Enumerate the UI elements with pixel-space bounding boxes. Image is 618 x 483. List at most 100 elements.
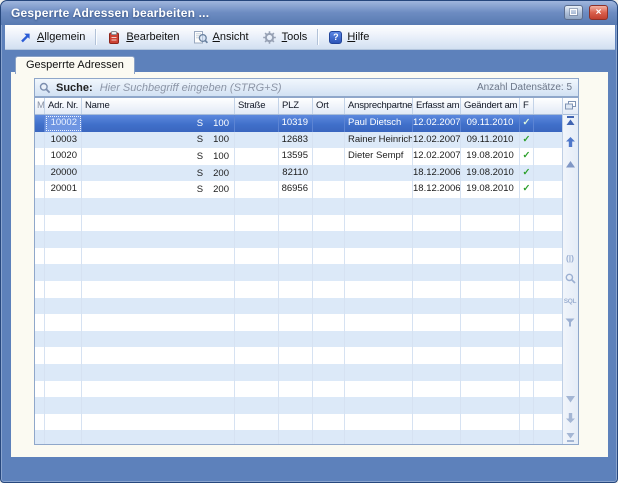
search-input[interactable]: Hier Suchbegriff eingeben (STRG+S) — [100, 82, 477, 94]
cell-strasse — [235, 298, 279, 315]
cell-ansprechpartner — [345, 331, 413, 348]
cell-adr-nr — [45, 397, 82, 414]
cell-filler — [534, 248, 562, 265]
table-search-button[interactable] — [563, 273, 577, 286]
menu-item-allgemein[interactable]: Allgemein — [11, 29, 92, 46]
cell-ansprechpartner — [345, 215, 413, 232]
cell-plz: 13595 — [279, 148, 313, 165]
cell-ansprechpartner — [345, 364, 413, 381]
menu-item-bearbeiten[interactable]: Bearbeiten — [100, 29, 186, 46]
sql-filter-button[interactable]: SQL — [563, 295, 577, 308]
row-up-button[interactable] — [563, 157, 577, 170]
header-cell-ansprechpartner[interactable]: Ansprechpartner — [345, 98, 413, 114]
cell-filler — [534, 298, 562, 315]
menu-item-tools[interactable]: Tools — [256, 29, 315, 46]
page-up-button[interactable] — [563, 136, 577, 149]
scroll-top-icon — [566, 113, 575, 131]
cell-name: S100 — [82, 115, 235, 132]
cell-f — [520, 381, 534, 398]
row-down-icon — [566, 390, 575, 408]
table-empty-row — [35, 331, 562, 348]
menu-item-ansicht[interactable]: Ansicht — [187, 29, 256, 46]
maximize-button[interactable] — [564, 5, 583, 20]
table-row[interactable]: 10002S10010319Paul Dietsch12.02.200709.1… — [35, 115, 562, 132]
cell-erfasst-am: 18.12.2006 — [413, 165, 461, 182]
table-empty-row — [35, 264, 562, 281]
cell-m — [35, 281, 45, 298]
optimal-width-button[interactable]: (|) — [563, 251, 577, 264]
cell-ansprechpartner — [345, 298, 413, 315]
cell-f: ✓ — [520, 115, 534, 132]
header-cell-f[interactable]: F — [520, 98, 534, 114]
header-cell-plz[interactable]: PLZ — [279, 98, 313, 114]
header-cell-strasse[interactable]: Straße — [235, 98, 279, 114]
table-header: MAdr. Nr.NameStraßePLZOrtAnsprechpartner… — [35, 98, 562, 115]
filter-button[interactable] — [563, 316, 577, 329]
scroll-bottom-button[interactable] — [563, 431, 577, 444]
header-cell-name[interactable]: Name — [82, 98, 235, 114]
cell-adr-nr — [45, 347, 82, 364]
cell-geaendert-am — [461, 281, 520, 298]
header-cell-m[interactable]: M — [35, 98, 45, 114]
cell-ort — [313, 397, 345, 414]
cell-strasse — [235, 414, 279, 431]
window-title: Gesperrte Adressen bearbeiten ... — [1, 6, 209, 20]
cell-plz — [279, 397, 313, 414]
cell-ansprechpartner — [345, 397, 413, 414]
cell-erfasst-am — [413, 264, 461, 281]
header-cell-ort[interactable]: Ort — [313, 98, 345, 114]
cell-filler — [534, 314, 562, 331]
cell-geaendert-am — [461, 198, 520, 215]
cell-geaendert-am — [461, 347, 520, 364]
cell-filler — [534, 165, 562, 182]
cell-strasse — [235, 281, 279, 298]
cell-ort — [313, 364, 345, 381]
cell-name — [82, 414, 235, 431]
table-empty-row — [35, 347, 562, 364]
header-cell-erfasst-am[interactable]: Erfasst am — [413, 98, 461, 114]
sql-filter-icon: SQL — [564, 298, 576, 305]
cell-ort — [313, 298, 345, 315]
table-empty-row — [35, 298, 562, 315]
cell-f — [520, 298, 534, 315]
cell-adr-nr — [45, 215, 82, 232]
page-down-button[interactable] — [563, 412, 577, 425]
cell-name: S100 — [82, 148, 235, 165]
title-bar[interactable]: Gesperrte Adressen bearbeiten ... × — [1, 1, 617, 25]
tab-gesperrte-adressen[interactable]: Gesperrte Adressen — [15, 56, 135, 74]
cell-m — [35, 115, 45, 132]
table-row[interactable]: 10020S10013595Dieter Sempf12.02.200719.0… — [35, 148, 562, 165]
cell-ort — [313, 165, 345, 182]
row-down-button[interactable] — [563, 392, 577, 405]
cell-ort — [313, 148, 345, 165]
table-empty-row — [35, 314, 562, 331]
cell-adr-nr — [45, 231, 82, 248]
record-count-value: 5 — [566, 82, 572, 93]
scroll-top-button[interactable] — [563, 115, 577, 128]
menu-item-label: Ansicht — [213, 31, 249, 43]
close-button[interactable]: × — [589, 5, 608, 20]
menu-item-hilfe[interactable]: ?Hilfe — [322, 29, 376, 46]
cell-f — [520, 264, 534, 281]
cell-m — [35, 364, 45, 381]
table-row[interactable]: 10003S10012683Rainer Heinrich12.02.20070… — [35, 132, 562, 149]
cell-m — [35, 314, 45, 331]
cell-name — [82, 331, 235, 348]
cell-adr-nr: 20000 — [45, 165, 82, 182]
cell-filler — [534, 430, 562, 444]
table-empty-row — [35, 430, 562, 444]
table-row[interactable]: 20000S2008211018.12.200619.08.2010✓ — [35, 165, 562, 182]
table-empty-row — [35, 281, 562, 298]
table-row[interactable]: 20001S2008695618.12.200619.08.2010✓ — [35, 181, 562, 198]
cell-strasse — [235, 198, 279, 215]
cell-f — [520, 347, 534, 364]
header-cell-adr-nr[interactable]: Adr. Nr. — [45, 98, 82, 114]
cell-f — [520, 248, 534, 265]
cell-strasse — [235, 264, 279, 281]
cell-adr-nr — [45, 414, 82, 431]
cell-ansprechpartner — [345, 181, 413, 198]
name-code: S — [197, 184, 203, 195]
cell-erfasst-am: 18.12.2006 — [413, 181, 461, 198]
cell-filler — [534, 397, 562, 414]
header-cell-geaendert-am[interactable]: Geändert am — [461, 98, 520, 114]
